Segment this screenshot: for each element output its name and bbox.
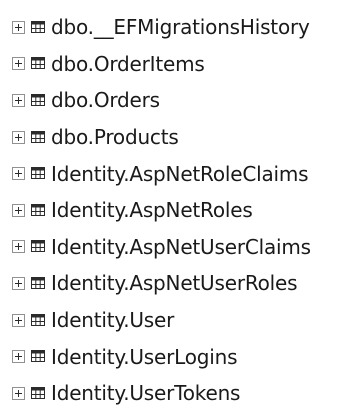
expand-plus-icon[interactable] (12, 130, 25, 144)
table-icon (31, 18, 45, 37)
table-icon (31, 128, 45, 147)
tree-node-label: Identity.AspNetUserRoles (51, 271, 298, 296)
table-icon (31, 347, 45, 366)
table-icon (31, 164, 45, 183)
table-icon (31, 274, 45, 293)
tree-node-table[interactable]: Identity.User (0, 302, 349, 339)
expand-plus-icon[interactable] (12, 313, 25, 327)
tree-node-label: Identity.User (51, 308, 175, 333)
table-icon (31, 311, 45, 330)
expand-plus-icon[interactable] (12, 93, 25, 107)
tree-node-label: Identity.AspNetRoles (51, 198, 253, 223)
expand-plus-icon[interactable] (12, 167, 25, 181)
expand-plus-icon[interactable] (12, 350, 25, 364)
tree-node-label: dbo.OrderItems (51, 51, 205, 76)
tree-node-table[interactable]: Identity.AspNetRoleClaims (0, 155, 349, 192)
expand-plus-icon[interactable] (12, 20, 25, 34)
expand-plus-icon[interactable] (12, 203, 25, 217)
expand-plus-icon[interactable] (12, 386, 25, 400)
tree-node-label: dbo.__EFMigrationsHistory (51, 15, 310, 40)
tree-node-label: Identity.UserLogins (51, 344, 238, 369)
expand-plus-icon[interactable] (12, 240, 25, 254)
tree-node-table[interactable]: dbo.__EFMigrationsHistory (0, 9, 349, 46)
tree-node-label: Identity.UserTokens (51, 381, 241, 406)
tree-node-table[interactable]: Identity.UserLogins (0, 338, 349, 375)
tree-node-table[interactable]: dbo.Products (0, 119, 349, 156)
table-icon (31, 384, 45, 403)
tree-node-label: dbo.Orders (51, 88, 160, 113)
tree-node-label: Identity.AspNetRoleClaims (51, 161, 309, 186)
table-icon (31, 54, 45, 73)
tree-node-label: dbo.Products (51, 125, 179, 150)
tree-node-label: Identity.AspNetUserClaims (51, 234, 311, 259)
expand-plus-icon[interactable] (12, 276, 25, 290)
table-icon (31, 201, 45, 220)
tree-node-table[interactable]: dbo.OrderItems (0, 46, 349, 83)
expand-plus-icon[interactable] (12, 57, 25, 71)
tree-node-table[interactable]: dbo.Orders (0, 82, 349, 119)
table-icon (31, 237, 45, 256)
object-explorer-table-list: dbo.__EFMigrationsHistory dbo.OrderItems d… (0, 0, 349, 408)
table-icon (31, 91, 45, 110)
tree-node-table[interactable]: Identity.AspNetRoles (0, 192, 349, 229)
tree-node-table[interactable]: Identity.AspNetUserClaims (0, 229, 349, 266)
tree-node-table[interactable]: Identity.AspNetUserRoles (0, 265, 349, 302)
tree-node-table[interactable]: Identity.UserTokens (0, 375, 349, 408)
